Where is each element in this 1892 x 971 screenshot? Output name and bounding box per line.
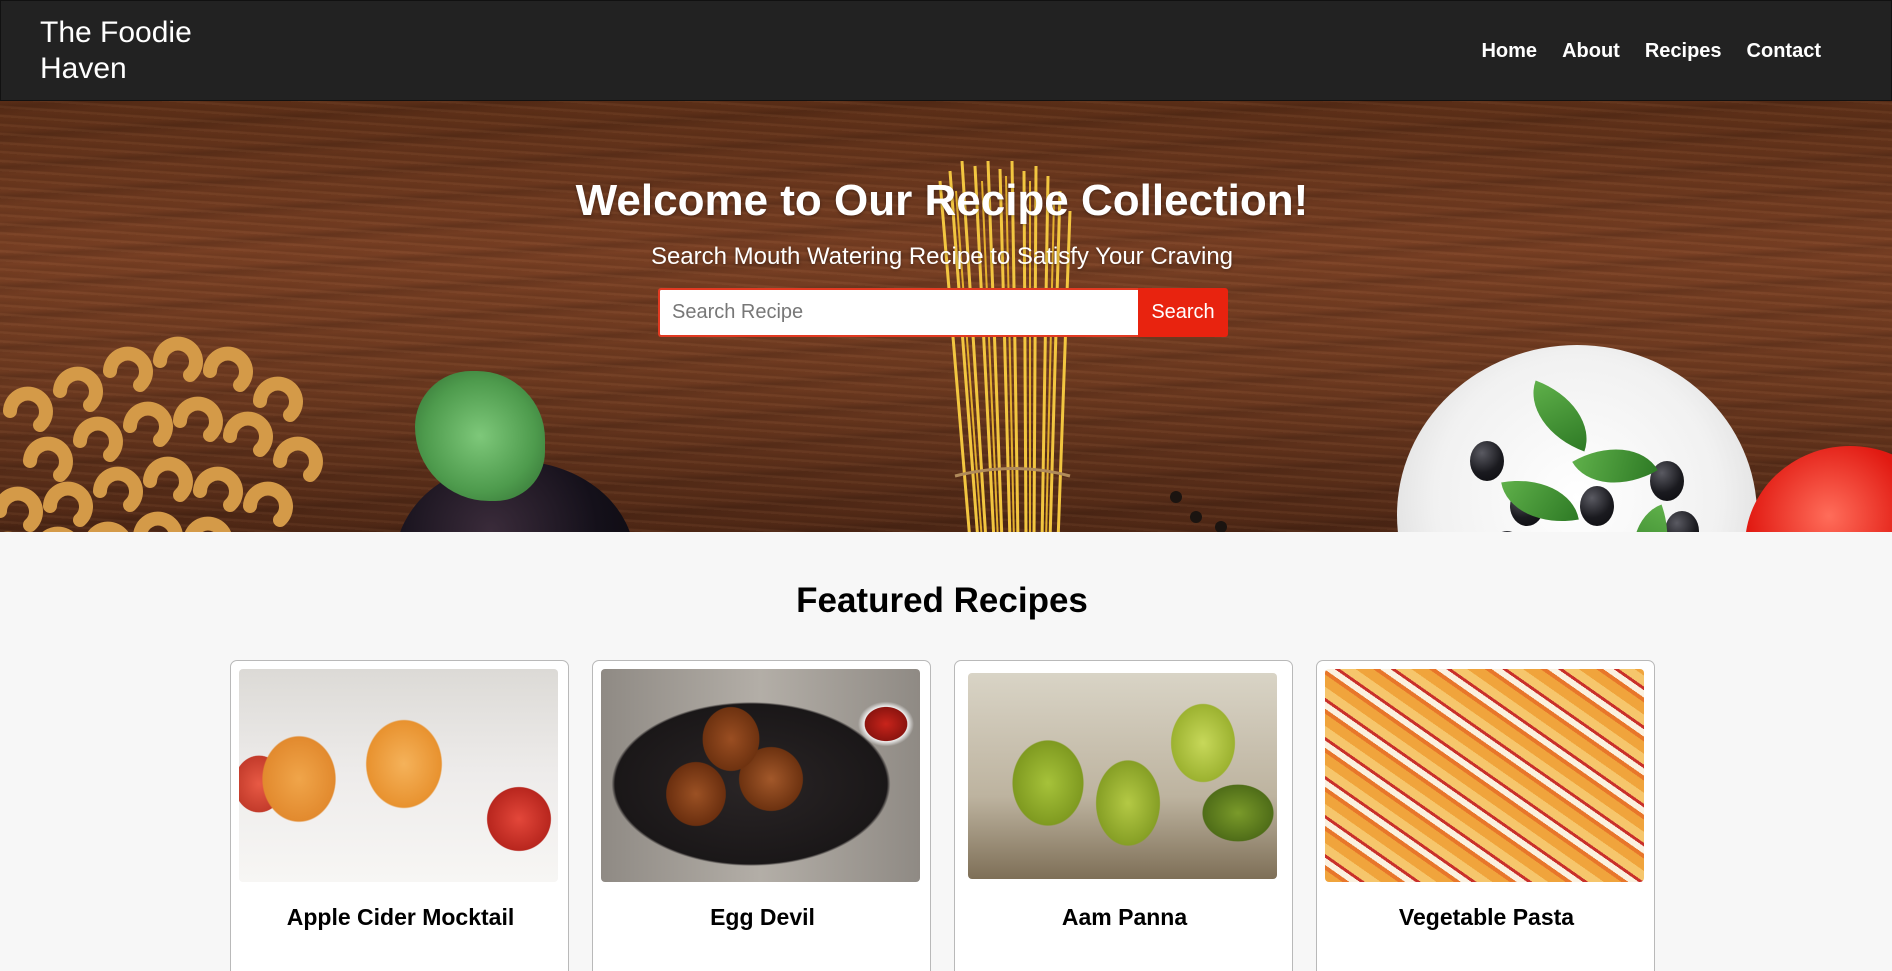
nav-link-recipes[interactable]: Recipes [1645,39,1722,63]
recipe-card-title[interactable]: Aam Panna [955,903,1292,931]
featured-recipes-section: Featured Recipes Apple Cider Mocktail Eg… [0,532,1892,971]
recipe-card-apple-cider-mocktail[interactable]: Apple Cider Mocktail [230,660,569,971]
main-nav: Home About Recipes Contact [1481,39,1821,63]
recipe-search-input[interactable] [658,288,1139,337]
recipe-card-egg-devil[interactable]: Egg Devil [592,660,931,971]
recipe-card-title[interactable]: Vegetable Pasta [1317,903,1654,931]
recipe-card-aam-panna[interactable]: Aam Panna [954,660,1293,971]
recipe-card-title[interactable]: Apple Cider Mocktail [231,903,568,931]
brand-logo-text[interactable]: The Foodie Haven [40,15,240,87]
hero-banner: Welcome to Our Recipe Collection! Search… [0,101,1892,532]
peppercorn-image [1190,511,1202,523]
macaroni-pasta-image [0,336,323,532]
olive-image [1470,441,1504,481]
hero-subtitle: Search Mouth Watering Recipe to Satisfy … [650,243,1234,270]
apple-cider-mocktail-image[interactable] [239,669,558,882]
peppercorn-image [1170,491,1182,503]
egg-devil-image[interactable] [601,669,920,882]
featured-recipes-heading: Featured Recipes [796,581,1088,620]
nav-link-about[interactable]: About [1562,39,1620,63]
nav-link-contact[interactable]: Contact [1747,39,1821,63]
vegetable-pasta-image[interactable] [1325,669,1644,882]
aam-panna-image[interactable] [968,673,1277,879]
nav-link-home[interactable]: Home [1481,39,1537,63]
navbar: The Foodie Haven Home About Recipes Cont… [0,0,1892,101]
recipe-card-title[interactable]: Egg Devil [593,903,930,931]
peppercorn-image [1215,521,1227,532]
search-button[interactable]: Search [1138,288,1228,337]
olive-image [1580,486,1614,526]
recipe-card-vegetable-pasta[interactable]: Vegetable Pasta [1316,660,1655,971]
hero-title: Welcome to Our Recipe Collection! [575,176,1309,225]
